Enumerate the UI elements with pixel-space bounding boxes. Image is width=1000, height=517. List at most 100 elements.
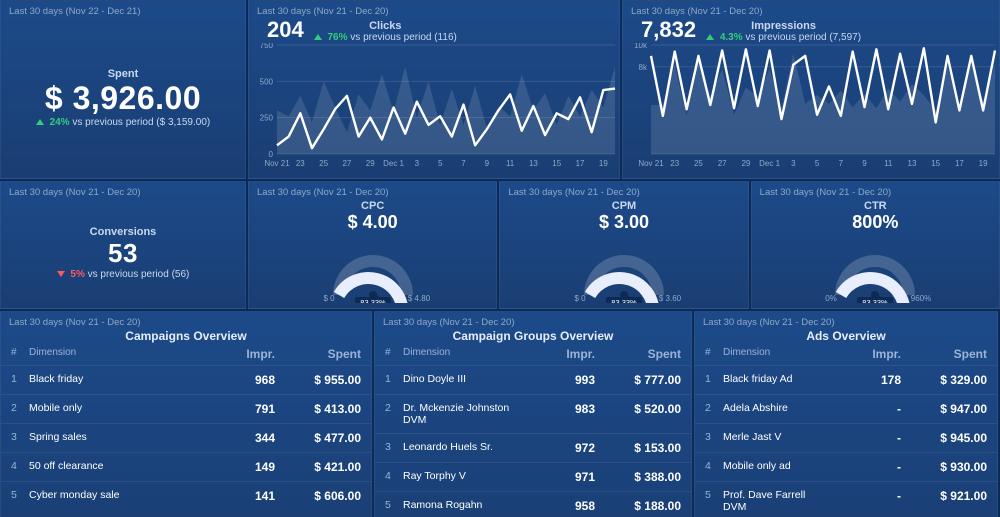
impr-cell: - bbox=[831, 431, 901, 445]
svg-text:15: 15 bbox=[552, 159, 561, 168]
svg-text:83.33%: 83.33% bbox=[611, 298, 637, 303]
spent-cell: $ 955.00 bbox=[275, 373, 361, 387]
period-label: Last 30 days (Nov 21 - Dec 20) bbox=[752, 182, 899, 198]
arrow-up-icon bbox=[314, 34, 322, 40]
svg-text:83.33%: 83.33% bbox=[863, 298, 889, 303]
svg-text:$ 3.60: $ 3.60 bbox=[659, 294, 682, 303]
period-label: Last 30 days (Nov 22 - Dec 21) bbox=[1, 1, 245, 17]
impr-cell: 344 bbox=[205, 431, 275, 445]
svg-text:19: 19 bbox=[979, 159, 988, 168]
cpm-gauge: $ 0$ 3.6083.33% bbox=[534, 233, 714, 303]
impr-cell: 149 bbox=[205, 460, 275, 474]
dimension-cell: Black friday bbox=[29, 373, 205, 387]
table-row[interactable]: 1Black friday968$ 955.00 bbox=[1, 365, 371, 394]
metric-delta: 24% vs previous period ($ 3,159.00) bbox=[36, 117, 210, 128]
svg-text:25: 25 bbox=[694, 159, 703, 168]
campaigns-table: Last 30 days (Nov 21 - Dec 20) Campaigns… bbox=[0, 311, 372, 517]
table-row[interactable]: 4Ray Torphy V971$ 388.00 bbox=[375, 462, 691, 491]
metric-delta: 4.3% vs previous period (7,597) bbox=[706, 32, 861, 43]
table-row[interactable]: 1Dino Doyle III993$ 777.00 bbox=[375, 365, 691, 394]
table-row[interactable]: 1Black friday Ad178$ 329.00 bbox=[695, 365, 997, 394]
dimension-cell: Adela Abshire bbox=[723, 402, 831, 416]
period-label: Last 30 days (Nov 21 - Dec 20) bbox=[249, 182, 396, 198]
svg-text:7: 7 bbox=[839, 159, 844, 168]
metric-title: Spent bbox=[108, 68, 139, 80]
spent-cell: $ 413.00 bbox=[275, 402, 361, 416]
spent-cell: $ 930.00 bbox=[901, 460, 987, 474]
cpm-card: Last 30 days (Nov 21 - Dec 20) CPM $ 3.0… bbox=[499, 181, 748, 309]
svg-text:500: 500 bbox=[260, 77, 274, 86]
table-row[interactable]: 3Spring sales344$ 477.00 bbox=[1, 423, 371, 452]
spent-cell: $ 153.00 bbox=[595, 441, 681, 455]
table-row[interactable]: 3Merle Jast V-$ 945.00 bbox=[695, 423, 997, 452]
svg-text:750: 750 bbox=[260, 43, 274, 50]
spent-cell: $ 606.00 bbox=[275, 489, 361, 503]
svg-text:17: 17 bbox=[576, 159, 585, 168]
metric-value: $ 3.00 bbox=[599, 212, 649, 233]
svg-text:29: 29 bbox=[741, 159, 750, 168]
dimension-cell: Mobile only ad bbox=[723, 460, 831, 474]
impr-cell: - bbox=[831, 460, 901, 474]
period-label: Last 30 days (Nov 21 - Dec 20) bbox=[1, 312, 371, 328]
spent-cell: $ 520.00 bbox=[595, 402, 681, 426]
period-label: Last 30 days (Nov 21 - Dec 20) bbox=[375, 312, 691, 328]
ads-table: Last 30 days (Nov 21 - Dec 20) Ads Overv… bbox=[694, 311, 998, 517]
groups-table: Last 30 days (Nov 21 - Dec 20) Campaign … bbox=[374, 311, 692, 517]
dimension-cell: Merle Jast V bbox=[723, 431, 831, 445]
impr-cell: - bbox=[831, 402, 901, 416]
svg-text:19: 19 bbox=[599, 159, 608, 168]
table-row[interactable]: 5Cyber monday sale141$ 606.00 bbox=[1, 481, 371, 510]
svg-text:10k: 10k bbox=[634, 43, 648, 50]
spent-cell: $ 777.00 bbox=[595, 373, 681, 387]
svg-text:3: 3 bbox=[415, 159, 420, 168]
impr-cell: 968 bbox=[205, 373, 275, 387]
metric-delta: 5% vs previous period (56) bbox=[57, 269, 190, 280]
svg-text:23: 23 bbox=[296, 159, 305, 168]
spent-cell: $ 329.00 bbox=[901, 373, 987, 387]
table-row[interactable]: 3Leonardo Huels Sr.972$ 153.00 bbox=[375, 433, 691, 462]
svg-text:$ 0: $ 0 bbox=[323, 294, 335, 303]
dimension-cell: Dino Doyle III bbox=[403, 373, 525, 387]
gauges-row: Last 30 days (Nov 21 - Dec 20) CPC $ 4.0… bbox=[248, 181, 1000, 309]
table-row[interactable]: 5Prof. Dave Farrell DVM-$ 921.00 bbox=[695, 481, 997, 517]
svg-text:Nov 21: Nov 21 bbox=[264, 159, 290, 168]
svg-text:0%: 0% bbox=[826, 294, 838, 303]
impressions-card: Last 30 days (Nov 21 - Dec 20) 7,832 Imp… bbox=[622, 0, 1000, 179]
impr-cell: 791 bbox=[205, 402, 275, 416]
svg-text:8k: 8k bbox=[639, 63, 648, 72]
ctr-gauge: 0%960%83.33% bbox=[785, 233, 965, 303]
table-row[interactable]: 5Ramona Rogahn958$ 188.00 bbox=[375, 491, 691, 517]
table-row[interactable]: 2Dr. Mckenzie Johnston DVM983$ 520.00 bbox=[375, 394, 691, 433]
spent-cell: $ 477.00 bbox=[275, 431, 361, 445]
dimension-cell: Mobile only bbox=[29, 402, 205, 416]
table-title: Campaign Groups Overview bbox=[375, 329, 691, 343]
svg-text:0: 0 bbox=[269, 150, 274, 159]
period-label: Last 30 days (Nov 21 - Dec 20) bbox=[1, 182, 245, 198]
metric-title: CPM bbox=[612, 200, 636, 212]
tables-row: Last 30 days (Nov 21 - Dec 20) Campaigns… bbox=[0, 311, 1000, 517]
table-row[interactable]: 2Mobile only791$ 413.00 bbox=[1, 394, 371, 423]
spent-cell: $ 188.00 bbox=[595, 499, 681, 513]
svg-text:13: 13 bbox=[529, 159, 538, 168]
ctr-card: Last 30 days (Nov 21 - Dec 20) CTR 800% … bbox=[751, 181, 1000, 309]
svg-text:25: 25 bbox=[319, 159, 328, 168]
spent-cell: $ 388.00 bbox=[595, 470, 681, 484]
metric-title: CTR bbox=[864, 200, 887, 212]
dimension-cell: Black friday Ad bbox=[723, 373, 831, 387]
svg-text:83.33%: 83.33% bbox=[360, 298, 386, 303]
svg-text:9: 9 bbox=[485, 159, 490, 168]
spent-card: Last 30 days (Nov 22 - Dec 21) Spent $ 3… bbox=[0, 0, 246, 179]
table-row[interactable]: 4Mobile only ad-$ 930.00 bbox=[695, 452, 997, 481]
svg-text:11: 11 bbox=[884, 159, 893, 168]
svg-text:5: 5 bbox=[815, 159, 820, 168]
impr-cell: 972 bbox=[525, 441, 595, 455]
conversions-card: Last 30 days (Nov 21 - Dec 20) Conversio… bbox=[0, 181, 246, 309]
period-label: Last 30 days (Nov 21 - Dec 20) bbox=[623, 1, 999, 17]
table-row[interactable]: 450 off clearance149$ 421.00 bbox=[1, 452, 371, 481]
period-label: Last 30 days (Nov 21 - Dec 20) bbox=[500, 182, 647, 198]
svg-text:13: 13 bbox=[908, 159, 917, 168]
impr-cell: 983 bbox=[525, 402, 595, 426]
table-row[interactable]: 2Adela Abshire-$ 947.00 bbox=[695, 394, 997, 423]
dimension-cell: Spring sales bbox=[29, 431, 205, 445]
spent-cell: $ 421.00 bbox=[275, 460, 361, 474]
